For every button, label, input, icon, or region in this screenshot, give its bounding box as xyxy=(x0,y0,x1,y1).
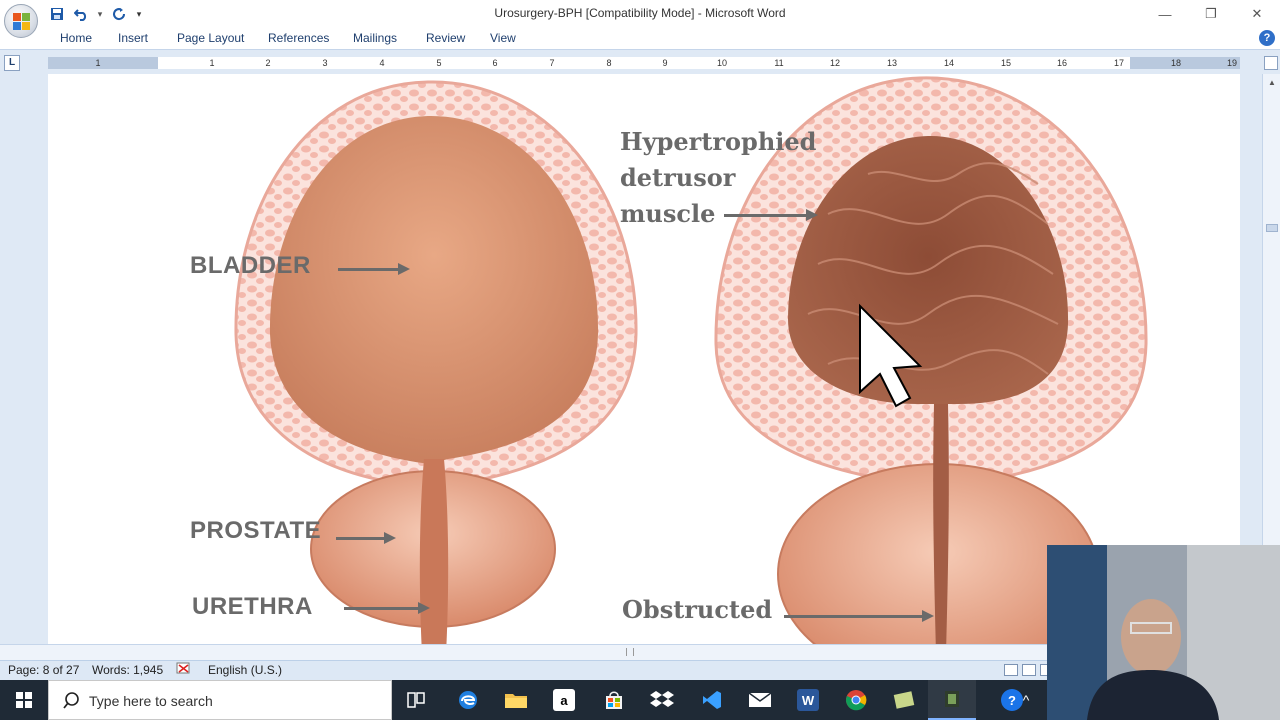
horizontal-scroll-thumb[interactable] xyxy=(626,648,634,656)
ruler-number: 8 xyxy=(606,58,612,68)
window-controls: — ❐ ✕ xyxy=(1142,0,1280,28)
arrow-head-detrusor xyxy=(806,209,818,221)
webcam-overlay xyxy=(1047,545,1280,720)
ruler-number: 10 xyxy=(716,58,727,68)
arrow-head-bladder xyxy=(398,263,410,275)
label-prostate: PROSTATE xyxy=(190,517,322,544)
arrow-prostate xyxy=(336,537,386,540)
edge-icon[interactable] xyxy=(444,680,492,720)
ruler-number: 13 xyxy=(886,58,897,68)
tab-insert[interactable]: Insert xyxy=(118,31,148,45)
ruler-number: 16 xyxy=(1056,58,1067,68)
label-urethra: URETHRA xyxy=(192,593,313,620)
tray-chevron-icon[interactable]: ^ xyxy=(1014,680,1038,720)
language-indicator[interactable]: English (U.S.) xyxy=(208,663,282,677)
minimize-button[interactable]: — xyxy=(1142,0,1188,28)
dropbox-icon[interactable] xyxy=(638,680,686,720)
ruler-number: 9 xyxy=(662,58,668,68)
ruler-number: 5 xyxy=(436,58,442,68)
ruler-number: 18 xyxy=(1170,58,1181,68)
chrome-icon[interactable] xyxy=(832,680,880,720)
window-title: Urosurgery-BPH [Compatibility Mode] - Mi… xyxy=(494,6,786,20)
amazon-icon[interactable]: a xyxy=(540,680,588,720)
taskbar-search-box[interactable]: Type here to search xyxy=(48,680,392,720)
arrow-head-prostate xyxy=(384,532,396,544)
arrow-head-obstructed xyxy=(922,610,934,622)
ribbon-tabs: Home Insert Page Layout References Maili… xyxy=(0,28,1280,50)
tab-page-layout[interactable]: Page Layout xyxy=(177,31,244,45)
ruler-number: 17 xyxy=(1113,58,1124,68)
vertical-scroll-thumb[interactable] xyxy=(1266,224,1278,232)
ruler-number: 3 xyxy=(322,58,328,68)
tab-selector-button[interactable]: L xyxy=(4,55,20,71)
label-bladder: BLADDER xyxy=(190,252,311,279)
ruler-number: 1 xyxy=(209,58,215,68)
tab-home[interactable]: Home xyxy=(60,31,92,45)
ruler-number: 11 xyxy=(774,58,784,68)
close-button[interactable]: ✕ xyxy=(1234,0,1280,28)
left-urethra xyxy=(419,459,449,644)
tab-references[interactable]: References xyxy=(268,31,329,45)
page-count[interactable]: Page: 8 of 27 xyxy=(8,663,79,677)
media-icon[interactable] xyxy=(928,680,976,720)
arrow-detrusor xyxy=(724,214,808,217)
file-explorer-icon[interactable] xyxy=(492,680,540,720)
label-obstructed: Obstructed xyxy=(622,595,773,624)
view-ruler-button[interactable] xyxy=(1264,56,1278,70)
ruler-number: 6 xyxy=(492,58,498,68)
ruler-number: 2 xyxy=(265,58,271,68)
word-count[interactable]: Words: 1,945 xyxy=(92,663,163,677)
tab-mailings[interactable]: Mailings xyxy=(353,31,397,45)
ruler-number: 1 xyxy=(95,58,101,68)
word-icon[interactable]: W xyxy=(784,680,832,720)
office-logo-icon xyxy=(13,13,31,31)
full-screen-reading-view-button[interactable] xyxy=(1022,664,1036,676)
proofing-icon[interactable] xyxy=(176,662,192,679)
visual-studio-icon[interactable] xyxy=(688,680,736,720)
arrow-urethra xyxy=(344,607,420,610)
presenter-video xyxy=(1047,545,1280,720)
title-bar: ▾ ▾ Urosurgery-BPH [Compatibility Mode] … xyxy=(0,0,1280,28)
ruler-number: 15 xyxy=(1000,58,1011,68)
ruler-number: 19 xyxy=(1226,58,1237,68)
store-icon[interactable] xyxy=(590,680,638,720)
right-urethra xyxy=(933,404,949,644)
mail-icon[interactable] xyxy=(736,680,784,720)
print-layout-view-button[interactable] xyxy=(1004,664,1018,676)
ruler-number: 12 xyxy=(829,58,840,68)
tab-review[interactable]: Review xyxy=(426,31,465,45)
restore-button[interactable]: ❐ xyxy=(1188,0,1234,28)
ruler-number: 4 xyxy=(379,58,385,68)
search-placeholder: Type here to search xyxy=(89,693,213,709)
arrow-head-urethra xyxy=(418,602,430,614)
task-view-icon[interactable] xyxy=(392,680,440,720)
arrow-obstructed xyxy=(784,615,924,618)
windows-logo-icon xyxy=(16,692,32,708)
start-button[interactable] xyxy=(0,680,48,720)
office-button[interactable] xyxy=(4,4,38,38)
tab-view[interactable]: View xyxy=(490,31,516,45)
search-icon xyxy=(63,692,79,709)
arrow-bladder xyxy=(338,268,400,271)
ruler-number: 14 xyxy=(943,58,954,68)
notepad-icon[interactable] xyxy=(880,680,928,720)
help-icon[interactable]: ? xyxy=(1259,30,1275,46)
ruler-number: 7 xyxy=(549,58,555,68)
